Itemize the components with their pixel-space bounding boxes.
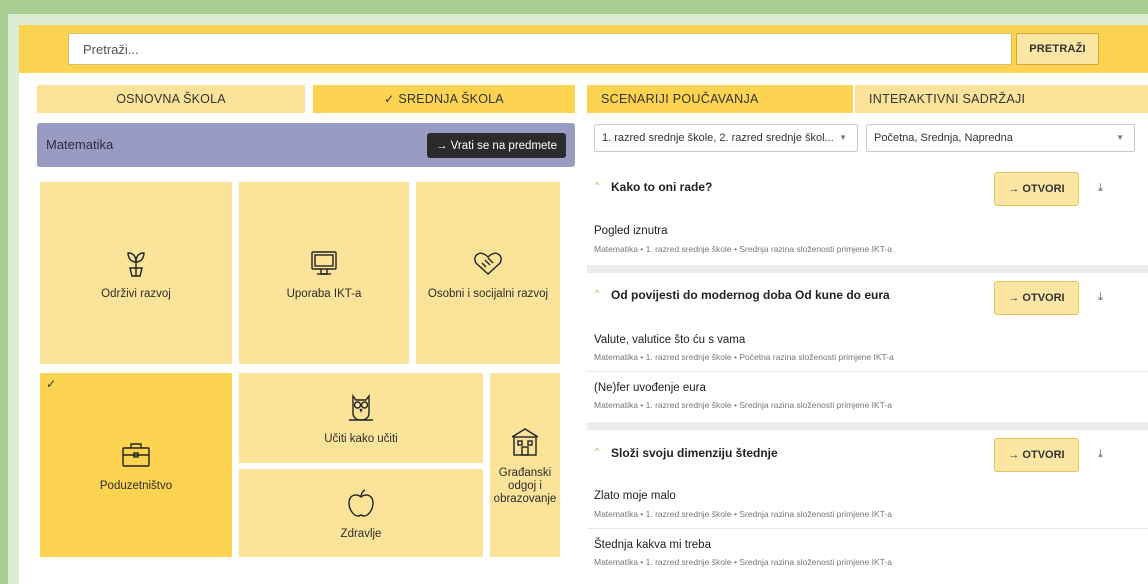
- scenario-group-header[interactable]: ^ Od povijesti do modernog doba Od kune …: [587, 273, 1148, 319]
- list-item[interactable]: Štednja kakva mi treba Matematika • 1. r…: [587, 532, 1148, 584]
- grade-filter-value: 1. razred srednje škole, 2. razred sredn…: [602, 132, 834, 144]
- chevron-down-icon: ▼: [1116, 133, 1124, 142]
- grade-filter-select[interactable]: 1. razred srednje škole, 2. razred sredn…: [594, 124, 858, 152]
- back-to-subjects-button[interactable]: → Vrati se na predmete: [427, 133, 566, 158]
- scenario-group-title: Kako to oni rade?: [611, 180, 713, 194]
- sprout-icon: [127, 251, 145, 277]
- tile-label: Građanski odgoj i obrazovanje: [493, 466, 557, 505]
- tile-label: Zdravlje: [340, 527, 382, 540]
- chevron-down-icon: ▼: [839, 133, 847, 142]
- building-icon: [511, 427, 539, 456]
- tab-interaktivni-sadrzaji[interactable]: INTERAKTIVNI SADRŽAJI: [855, 85, 1148, 113]
- app-window: PRETRAŽI OSNOVNA ŠKOLA ✓ SREDNJA ŠKOLA M…: [19, 25, 1148, 584]
- tab-label: SCENARIJI POUČAVANJA: [601, 92, 759, 106]
- list-item[interactable]: Zlato moje malo Matematika • 1. razred s…: [587, 483, 1148, 528]
- tile-label: Učiti kako učiti: [324, 432, 398, 445]
- item-meta: Matematika • 1. razred srednje škole • P…: [594, 352, 894, 362]
- scenario-group-header[interactable]: ^ Složi svoju dimenziju štednje → OTVORI…: [587, 430, 1148, 476]
- tab-osnovna-skola[interactable]: OSNOVNA ŠKOLA: [37, 85, 305, 113]
- search-button[interactable]: PRETRAŽI: [1016, 33, 1099, 65]
- handshake-icon: [474, 252, 502, 275]
- tile-gradanski-odgoj[interactable]: Građanski odgoj i obrazovanje: [490, 373, 560, 557]
- tile-poduzetnistvo[interactable]: ✓ Poduzetništvo: [40, 373, 232, 557]
- tile-label: Uporaba IKT-a: [286, 287, 362, 300]
- tile-uporaba-ikt[interactable]: Uporaba IKT-a: [239, 182, 409, 364]
- item-title: Štednja kakva mi treba: [594, 539, 711, 551]
- tab-scenariji-poucavanja[interactable]: SCENARIJI POUČAVANJA: [587, 85, 853, 113]
- tab-srednja-skola[interactable]: ✓ SREDNJA ŠKOLA: [313, 85, 575, 113]
- subject-title: Matematika: [46, 137, 114, 152]
- level-filter-select[interactable]: Početna, Srednja, Napredna ▼: [866, 124, 1135, 152]
- download-icon[interactable]: ⤓: [1098, 448, 1103, 461]
- scenario-group-title: Složi svoju dimenziju štednje: [611, 446, 778, 460]
- open-scenario-button[interactable]: → OTVORI: [994, 438, 1079, 472]
- chevron-up-icon: ^: [595, 288, 600, 298]
- check-icon: ✓: [46, 377, 57, 391]
- item-title: (Ne)fer uvođenje eura: [594, 382, 706, 394]
- open-scenario-button[interactable]: → OTVORI: [994, 172, 1079, 206]
- search-bar: PRETRAŽI: [19, 25, 1148, 73]
- monitor-icon: [311, 250, 337, 275]
- chevron-up-icon: ^: [595, 180, 600, 190]
- apple-icon: [348, 488, 374, 517]
- download-icon[interactable]: ⤓: [1098, 182, 1103, 195]
- group-separator: [587, 422, 1148, 430]
- group-separator: [587, 265, 1148, 273]
- download-icon[interactable]: ⤓: [1098, 291, 1103, 304]
- tab-label: OSNOVNA ŠKOLA: [116, 92, 226, 106]
- list-item[interactable]: (Ne)fer uvođenje eura Matematika • 1. ra…: [587, 377, 1148, 422]
- item-title: Valute, valutice što ću s vama: [594, 334, 746, 346]
- owl-icon: [349, 393, 373, 421]
- item-title: Zlato moje malo: [594, 490, 676, 502]
- tile-label: Osobni i socijalni razvoj: [427, 287, 549, 300]
- subject-header: Matematika → Vrati se na predmete: [37, 123, 575, 167]
- divider: [587, 528, 1148, 529]
- chevron-up-icon: ^: [595, 446, 600, 456]
- item-meta: Matematika • 1. razred srednje škole • S…: [594, 400, 892, 410]
- tile-label: Održivi razvoj: [101, 287, 171, 300]
- item-title: Pogled iznutra: [594, 225, 668, 237]
- tile-odrzivi-razvoj[interactable]: Održivi razvoj: [40, 182, 232, 364]
- list-item[interactable]: Valute, valutice što ću s vama Matematik…: [587, 328, 1148, 371]
- tile-uciti-kako-uciti[interactable]: Učiti kako učiti: [239, 373, 483, 463]
- item-meta: Matematika • 1. razred srednje škole • S…: [594, 557, 892, 567]
- search-input[interactable]: [68, 33, 1012, 65]
- check-icon: ✓: [384, 92, 395, 106]
- open-scenario-button[interactable]: → OTVORI: [994, 281, 1079, 315]
- tab-label: INTERAKTIVNI SADRŽAJI: [869, 92, 1026, 106]
- tile-osobni-i-socijalni-razvoj[interactable]: Osobni i socijalni razvoj: [416, 182, 560, 364]
- item-meta: Matematika • 1. razred srednje škole • S…: [594, 244, 892, 254]
- item-meta: Matematika • 1. razred srednje škole • S…: [594, 509, 892, 519]
- divider: [587, 371, 1148, 372]
- tile-label: Poduzetništvo: [99, 479, 173, 492]
- briefcase-icon: [122, 442, 150, 467]
- list-item[interactable]: Pogled iznutra Matematika • 1. razred sr…: [587, 219, 1148, 265]
- tab-label: SREDNJA ŠKOLA: [398, 92, 504, 106]
- tile-zdravlje[interactable]: Zdravlje: [239, 469, 483, 557]
- level-filter-value: Početna, Srednja, Napredna: [874, 132, 1013, 144]
- scenario-group-header[interactable]: ^ Kako to oni rade? → OTVORI ⤓: [587, 165, 1148, 211]
- scenario-group-title: Od povijesti do modernog doba Od kune do…: [611, 288, 890, 302]
